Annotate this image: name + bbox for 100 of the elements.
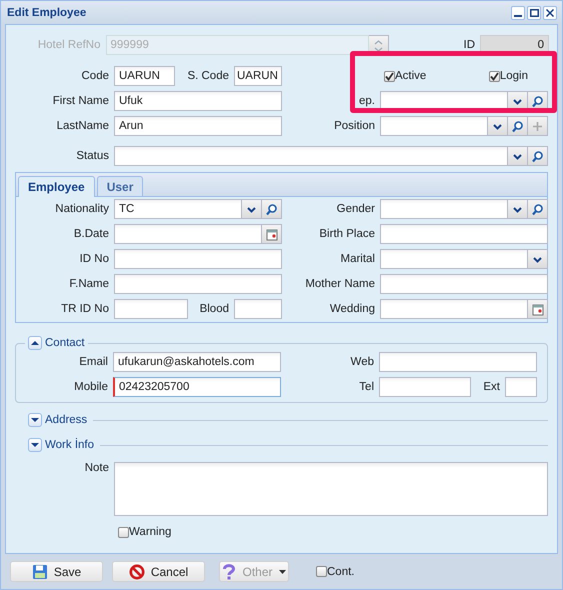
text-field[interactable] [505, 377, 537, 397]
field-label: Position [333, 120, 375, 132]
note-field[interactable] [114, 462, 548, 516]
field-label: Mother Name [304, 278, 375, 290]
search-icon [265, 202, 278, 216]
checkmark-icon [490, 72, 499, 80]
maximize-icon [530, 8, 538, 16]
checkbox-label: Cont. [327, 566, 354, 578]
field-label: Nationality [54, 203, 109, 215]
text-field[interactable]: Arun [114, 116, 282, 136]
search-icon [531, 94, 544, 108]
field-label: Wedding [328, 303, 375, 315]
field-label: F.Name [68, 278, 109, 290]
field-label: Web [350, 356, 374, 368]
search-button[interactable] [528, 199, 548, 219]
question-mark-icon [222, 564, 236, 580]
caret-icon [278, 570, 286, 574]
search-icon [531, 202, 544, 216]
field-label: Hotel RefNo [36, 39, 100, 51]
calendar-button[interactable] [262, 224, 282, 244]
search-button[interactable] [262, 199, 282, 219]
expand-icon [31, 442, 39, 448]
cancel-button[interactable]: Cancel [112, 561, 205, 582]
field-label: ep. [358, 95, 375, 107]
field-label: Mobile [73, 381, 108, 393]
checkbox-label: Active [395, 70, 426, 82]
close-button[interactable] [543, 6, 557, 20]
field-label: Marital [339, 253, 375, 265]
checkbox[interactable] [488, 70, 500, 82]
field-label: Ext [483, 381, 500, 393]
checkbox[interactable] [384, 70, 395, 82]
minimize-button[interactable] [511, 6, 525, 20]
field-label: Blood [200, 303, 229, 315]
checkbox-label: Login [500, 70, 528, 82]
combo-field[interactable] [114, 146, 508, 166]
field-label: Status [75, 150, 109, 162]
calendar-button[interactable] [528, 299, 548, 319]
minimize-icon [514, 14, 522, 16]
dropdown-button[interactable] [508, 199, 528, 219]
field-label: ID No [78, 253, 109, 265]
close-icon [546, 8, 554, 16]
combo-field[interactable] [380, 116, 488, 136]
search-button[interactable] [528, 146, 548, 166]
checkmark-icon [385, 72, 394, 80]
text-field[interactable] [114, 274, 282, 294]
toggle-button[interactable] [28, 336, 42, 350]
field-label: Birth Place [318, 228, 375, 240]
combo-field[interactable] [380, 249, 528, 269]
text-field[interactable] [114, 299, 188, 319]
dropdown-button[interactable] [508, 146, 528, 166]
tab[interactable]: User [96, 176, 144, 196]
expand-icon [31, 417, 39, 423]
text-field[interactable] [380, 224, 548, 244]
calendar-icon [531, 302, 544, 316]
text-field[interactable] [380, 274, 548, 294]
field-label: First Name [52, 95, 109, 107]
section-title: Contact [45, 337, 85, 349]
search-icon [511, 120, 524, 132]
field-label: Code [80, 70, 109, 82]
field-label: Note [84, 462, 109, 476]
toggle-button[interactable] [28, 413, 42, 427]
checkbox-label: Warning [129, 526, 172, 538]
save-button[interactable]: Save [10, 561, 103, 582]
checkbox[interactable] [316, 566, 327, 577]
text-field[interactable] [379, 352, 537, 372]
text-field[interactable] [114, 249, 282, 269]
checkbox[interactable] [118, 526, 129, 538]
collapse-icon [31, 340, 39, 346]
field-label: ID [462, 39, 475, 51]
section-title: Work İnfo [45, 439, 94, 451]
text-field[interactable]: UARUN [114, 66, 176, 86]
field-label: TR ID No [60, 303, 109, 315]
tab[interactable]: Employee [18, 176, 95, 197]
field-label: LastName [56, 120, 109, 132]
combo-field[interactable] [380, 199, 508, 219]
field-label: Tel [358, 381, 374, 393]
date-field[interactable] [380, 299, 528, 319]
field-label: Gender [336, 203, 375, 215]
window-title: Edit Employee [7, 6, 88, 18]
text-field[interactable]: Ufuk [114, 91, 282, 111]
plus-icon [531, 120, 544, 132]
text-field[interactable]: UARUN [234, 66, 282, 86]
dropdown-button[interactable] [242, 199, 262, 219]
field-label: B.Date [72, 228, 109, 240]
text-field[interactable] [379, 377, 472, 397]
dropdown-button[interactable] [488, 116, 508, 136]
search-icon [531, 150, 544, 162]
maximize-button[interactable] [527, 6, 541, 20]
no-entry-icon [128, 564, 145, 580]
search-button[interactable] [508, 116, 528, 136]
dropdown-button[interactable] [528, 249, 548, 269]
text-field[interactable]: ufukarun@askahotels.com [113, 352, 281, 372]
toggle-button[interactable] [28, 438, 42, 452]
field-label: S. Code [187, 70, 229, 82]
calendar-icon [265, 228, 278, 240]
text-field[interactable] [234, 299, 282, 319]
date-field[interactable] [114, 224, 262, 244]
field-label: Email [78, 356, 108, 368]
text-field[interactable]: 02423205700 [113, 377, 281, 397]
combo-field[interactable]: TC [114, 199, 242, 219]
